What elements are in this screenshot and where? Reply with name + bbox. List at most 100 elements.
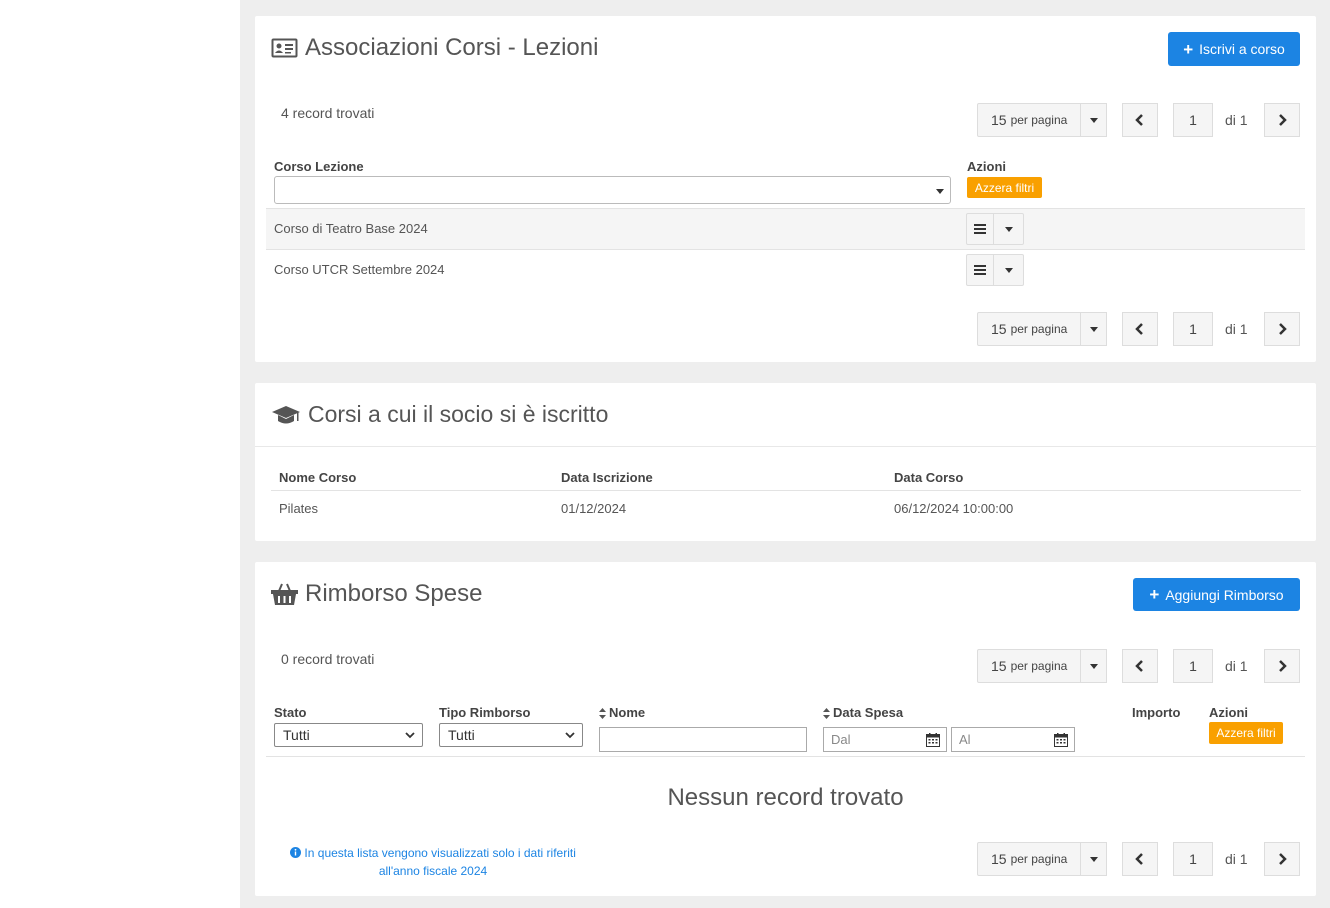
chevron-right-icon [1279, 323, 1287, 335]
iscrivi-corso-button[interactable]: + Iscrivi a corso [1168, 32, 1300, 66]
data-dal-input[interactable]: Dal [823, 727, 947, 752]
reset-filters-button[interactable]: Azzera filtri [967, 177, 1042, 198]
page-total: di 1 [1225, 658, 1248, 674]
note-line-2: all'anno fiscale 2024 [378, 864, 488, 878]
calendar-icon[interactable] [926, 733, 940, 747]
sort-icon [599, 708, 606, 720]
caret-down-icon [1089, 663, 1098, 669]
table-row: Corso di Teatro Base 2024 [266, 208, 1305, 249]
panel-title-text: Rimborso Spese [305, 580, 483, 607]
nome-filter-input[interactable] [599, 727, 807, 752]
column-header-nome[interactable]: Nome [599, 705, 645, 720]
pagination-top: 15 per pagina 1 di 1 [977, 649, 1301, 683]
row-menu-button[interactable] [967, 255, 994, 285]
prev-page-button[interactable] [1122, 842, 1158, 876]
panel-associazioni-corsi: Associazioni Corsi - Lezioni + Iscrivi a… [255, 16, 1316, 362]
data-al-placeholder: Al [959, 732, 971, 747]
next-page-button[interactable] [1264, 842, 1300, 876]
page-number-input[interactable]: 1 [1173, 649, 1213, 683]
per-page-select[interactable]: 15 per pagina [977, 649, 1081, 683]
row-dropdown-button[interactable] [994, 255, 1023, 285]
per-page-dropdown-button[interactable] [1080, 649, 1107, 683]
page-number-input[interactable]: 1 [1173, 312, 1213, 346]
id-card-icon [271, 38, 298, 58]
fiscal-year-note: In questa lista vengono visualizzati sol… [283, 844, 583, 880]
data-dal-placeholder: Dal [831, 732, 851, 747]
page-total: di 1 [1225, 321, 1248, 337]
column-header-data-spesa[interactable]: Data Spesa [823, 705, 903, 720]
per-page-dropdown-button[interactable] [1080, 103, 1107, 137]
per-page-value: 15 [991, 112, 1007, 128]
per-page-value: 15 [991, 658, 1007, 674]
per-page-select[interactable]: 15 per pagina [977, 842, 1081, 876]
chevron-left-icon [1135, 853, 1143, 865]
per-page-value: 15 [991, 321, 1007, 337]
iscrivi-corso-label: Iscrivi a corso [1199, 41, 1285, 57]
column-header-data-corso: Data Corso [894, 470, 964, 485]
panel-corsi-iscritto: Corsi a cui il socio si è iscritto Nome … [255, 383, 1316, 541]
pagination-top: 15 per pagina 1 di 1 [977, 103, 1301, 137]
pagination-bottom: 15 per pagina 1 di 1 [977, 312, 1301, 346]
chevron-down-icon [405, 732, 415, 739]
column-header-azioni: Azioni [967, 159, 1006, 174]
basket-icon [271, 583, 298, 605]
per-page-suffix: per pagina [1010, 113, 1068, 127]
note-line-1: In questa lista vengono visualizzati sol… [304, 846, 576, 860]
panel-rimborso-spese: Rimborso Spese + Aggiungi Rimborso 0 rec… [255, 562, 1316, 896]
panel-title-text: Associazioni Corsi - Lezioni [305, 34, 599, 61]
prev-page-button[interactable] [1122, 312, 1158, 346]
per-page-select[interactable]: 15 per pagina [977, 103, 1081, 137]
column-header-data-iscrizione: Data Iscrizione [561, 470, 653, 485]
column-header-nome-label: Nome [609, 705, 646, 720]
per-page-suffix: per pagina [1010, 659, 1068, 673]
page-number-input[interactable]: 1 [1173, 103, 1213, 137]
stato-filter-select[interactable]: Tutti [274, 723, 423, 747]
column-header-corso-lezione: Corso Lezione [274, 159, 364, 174]
per-page-value: 15 [991, 851, 1007, 867]
cell-data-iscrizione: 01/12/2024 [561, 501, 627, 516]
page-number-input[interactable]: 1 [1173, 842, 1213, 876]
reset-filters-button[interactable]: Azzera filtri [1209, 722, 1283, 744]
per-page-dropdown-button[interactable] [1080, 842, 1107, 876]
calendar-icon[interactable] [1054, 733, 1068, 747]
panel-title: Associazioni Corsi - Lezioni [271, 34, 598, 62]
caret-down-icon [936, 189, 944, 194]
prev-page-button[interactable] [1122, 103, 1158, 137]
data-al-input[interactable]: Al [951, 727, 1075, 752]
column-header-stato: Stato [274, 705, 307, 720]
column-header-azioni: Azioni [1209, 705, 1248, 720]
chevron-right-icon [1279, 660, 1287, 672]
plus-icon: + [1183, 39, 1194, 59]
row-actions [966, 213, 1024, 245]
next-page-button[interactable] [1264, 649, 1300, 683]
chevron-right-icon [1279, 853, 1287, 865]
row-dropdown-button[interactable] [994, 214, 1023, 244]
chevron-left-icon [1135, 323, 1143, 335]
info-circle-icon [290, 847, 302, 858]
tipo-rimborso-filter-select[interactable]: Tutti [439, 723, 583, 747]
caret-down-icon [1004, 226, 1013, 232]
main-content: Associazioni Corsi - Lezioni + Iscrivi a… [240, 0, 1330, 908]
aggiungi-rimborso-button[interactable]: + Aggiungi Rimborso [1133, 578, 1300, 611]
sort-icon [823, 708, 830, 720]
table-header-divider [271, 490, 1301, 491]
divider [255, 446, 1316, 447]
per-page-suffix: per pagina [1010, 322, 1068, 336]
panel-title: Corsi a cui il socio si è iscritto [271, 401, 608, 428]
per-page-dropdown-button[interactable] [1080, 312, 1107, 346]
table-header-divider [266, 756, 1305, 757]
chevron-left-icon [1135, 660, 1143, 672]
caret-down-icon [1089, 117, 1098, 123]
prev-page-button[interactable] [1122, 649, 1158, 683]
caret-down-icon [1089, 856, 1098, 862]
column-header-importo: Importo [1132, 705, 1181, 720]
corso-lezione-filter[interactable] [274, 176, 951, 204]
next-page-button[interactable] [1264, 103, 1300, 137]
per-page-select[interactable]: 15 per pagina [977, 312, 1081, 346]
cell-data-corso: 06/12/2024 10:00:00 [894, 501, 1014, 516]
row-menu-button[interactable] [967, 214, 994, 244]
pagination-bottom: 15 per pagina 1 di 1 [977, 842, 1301, 876]
column-header-nome-corso: Nome Corso [279, 470, 357, 485]
empty-message: Nessun record trovato [667, 784, 904, 811]
next-page-button[interactable] [1264, 312, 1300, 346]
